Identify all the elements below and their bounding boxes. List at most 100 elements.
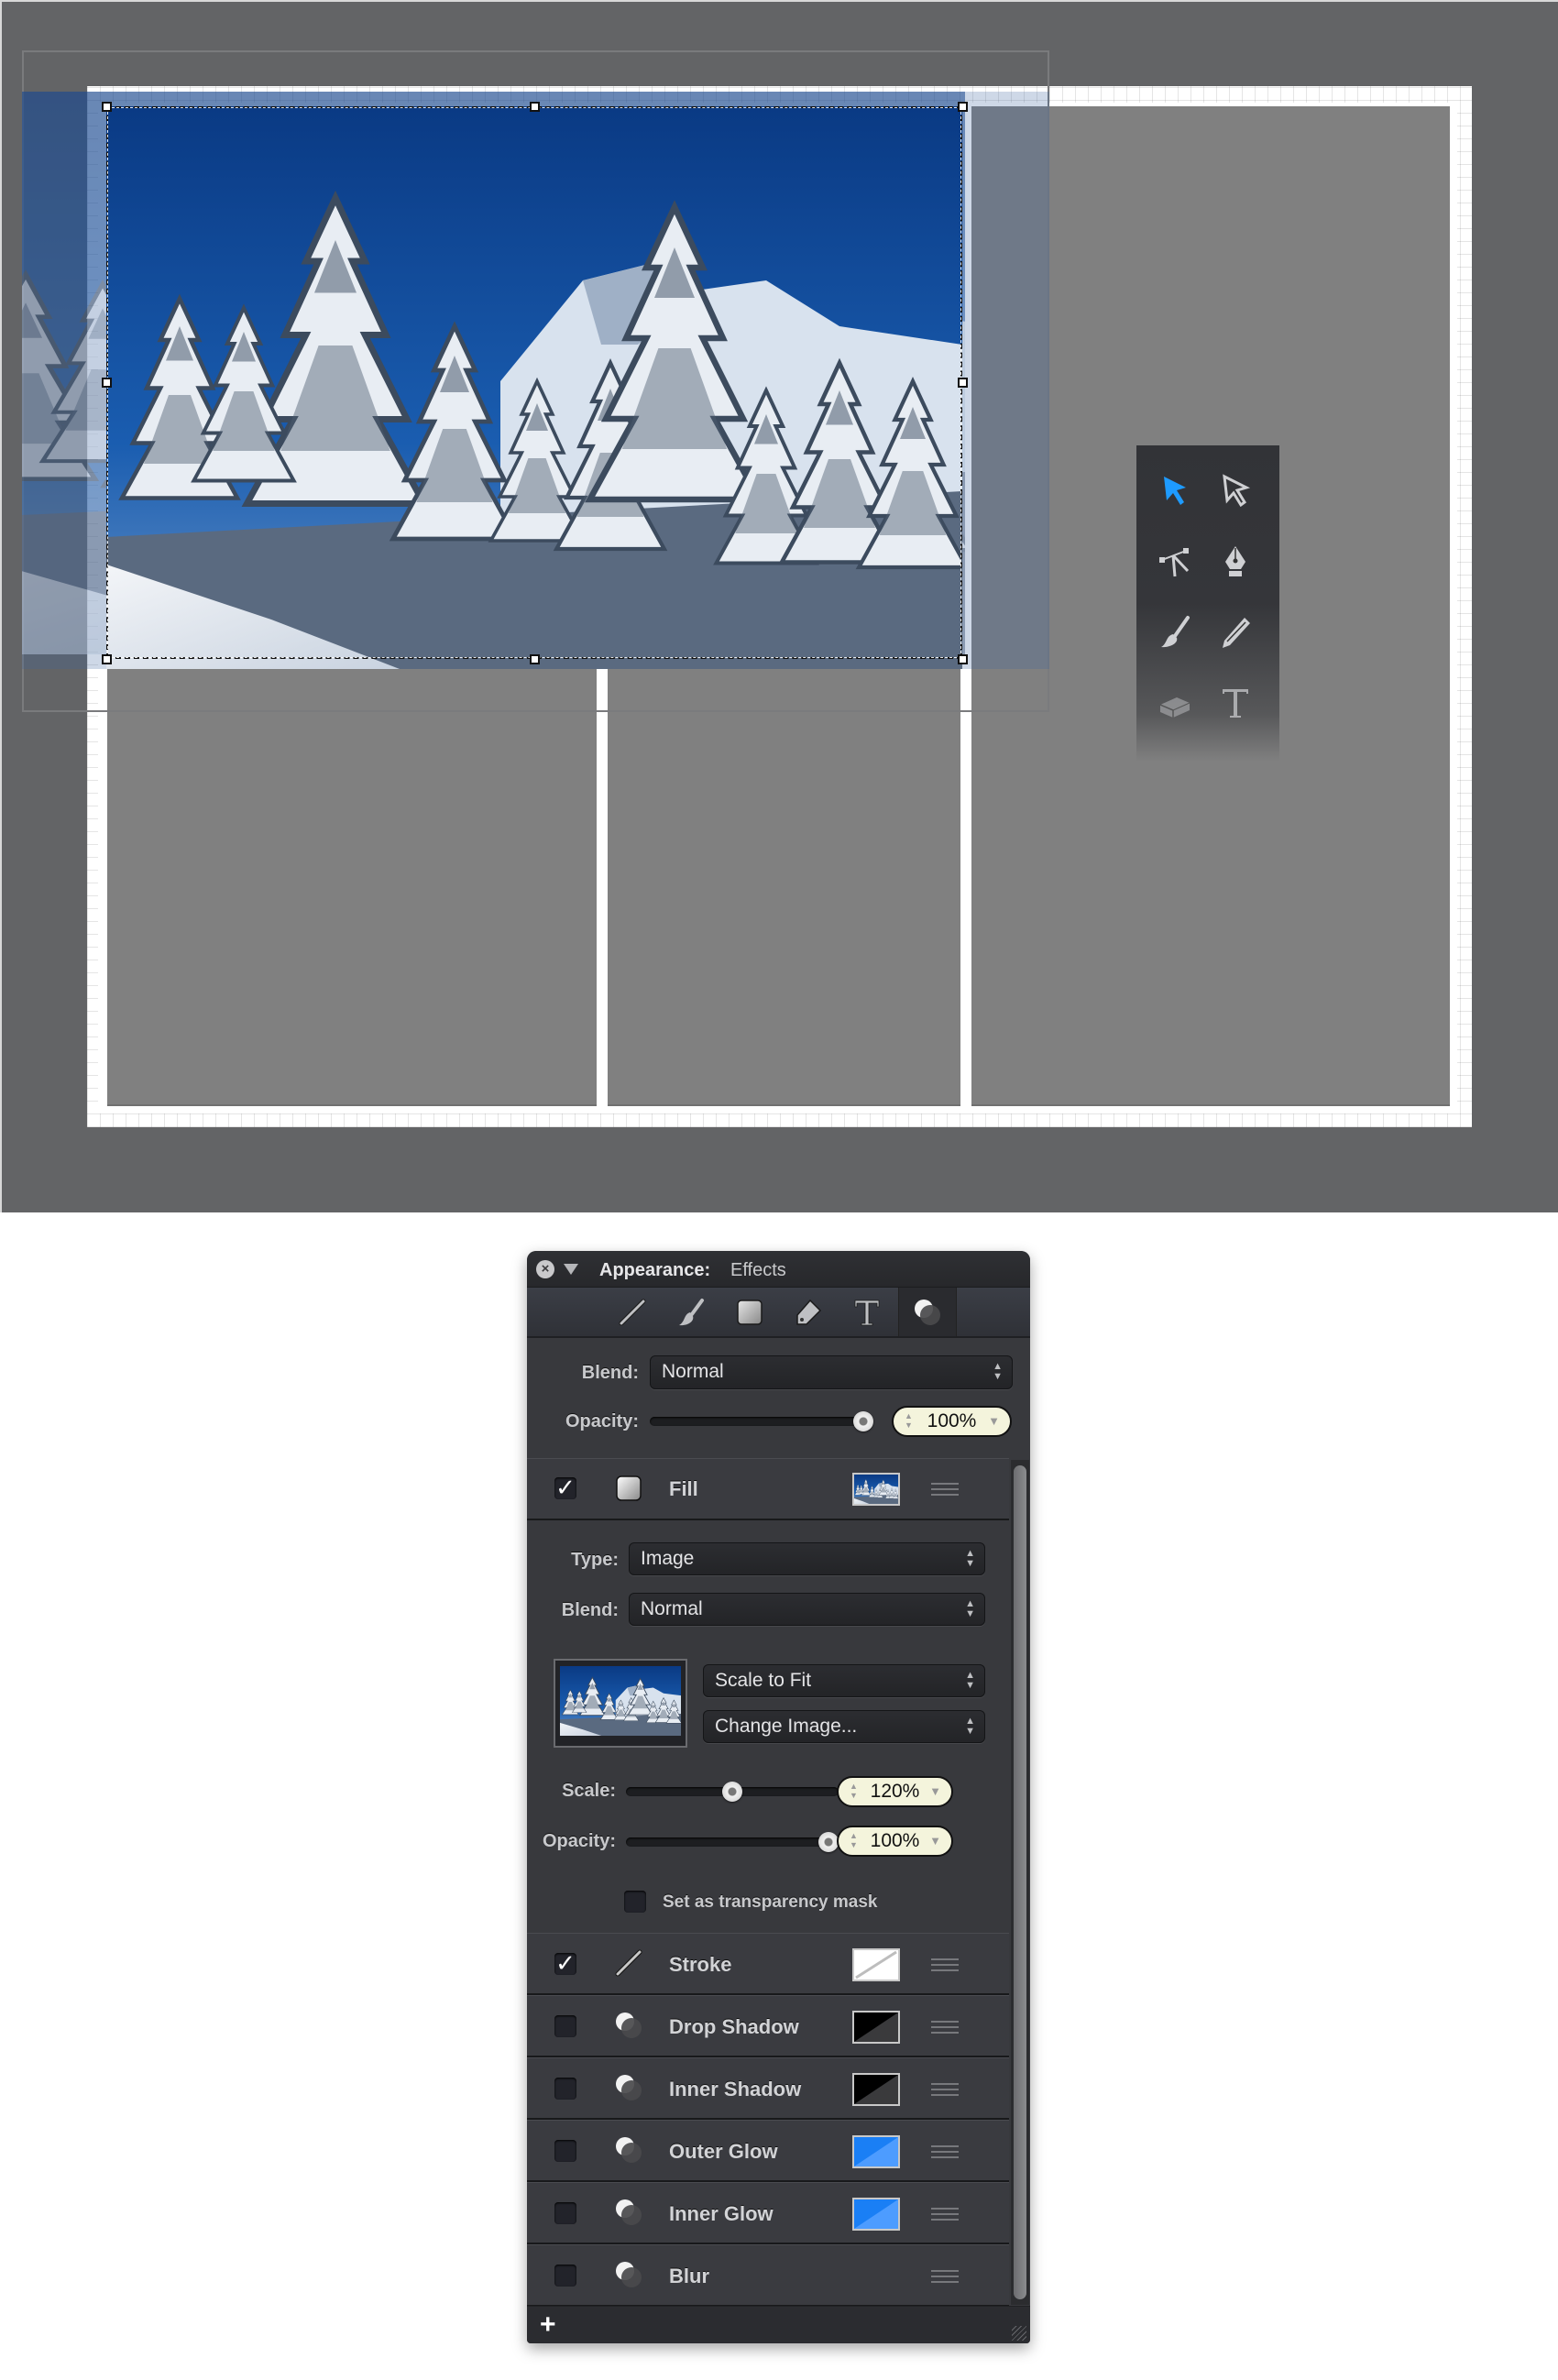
resize-handle-top[interactable] bbox=[530, 102, 540, 112]
effect-drag-handle-icon[interactable] bbox=[931, 2145, 959, 2158]
blend-mode-value: Normal bbox=[662, 1361, 724, 1382]
node-tool-icon bbox=[1159, 548, 1190, 577]
hollow-arrow-cursor-icon bbox=[1223, 474, 1251, 508]
effect-label: Inner Glow bbox=[669, 2202, 774, 2225]
effect-enabled-checkbox[interactable] bbox=[554, 2265, 576, 2287]
selection-tool[interactable] bbox=[1153, 469, 1197, 513]
updown-arrows-icon: ▲ ▼ bbox=[965, 1598, 975, 1619]
resize-handle-bottom-left[interactable] bbox=[102, 654, 112, 664]
fill-image-swatch[interactable] bbox=[852, 1473, 900, 1506]
effect-label: Outer Glow bbox=[669, 2140, 778, 2163]
text-tool[interactable] bbox=[1213, 681, 1257, 725]
vector-node-tool[interactable] bbox=[1153, 540, 1197, 584]
fill-opacity-slider[interactable] bbox=[626, 1837, 839, 1847]
effect-row-inner-shadow[interactable]: Inner Shadow bbox=[527, 2057, 1009, 2120]
direct-selection-tool[interactable] bbox=[1213, 469, 1257, 513]
stepper-icon[interactable]: ▲ ▼ bbox=[905, 1411, 913, 1430]
effect-drag-handle-icon[interactable] bbox=[931, 2083, 959, 2096]
resize-grip-icon[interactable] bbox=[1012, 2326, 1026, 2341]
effect-row-inner-glow[interactable]: Inner Glow bbox=[527, 2182, 1009, 2244]
effect-color-swatch[interactable] bbox=[852, 2135, 900, 2168]
transparency-mask-checkbox[interactable] bbox=[624, 1891, 646, 1913]
effect-label: Drop Shadow bbox=[669, 2015, 799, 2038]
tab-tag[interactable] bbox=[779, 1288, 838, 1336]
close-button[interactable]: × bbox=[536, 1260, 554, 1278]
effect-color-swatch[interactable] bbox=[852, 2198, 900, 2231]
panel-subtitle: Effects bbox=[730, 1260, 786, 1280]
selection-marquee[interactable] bbox=[106, 106, 962, 659]
effect-drag-handle-icon[interactable] bbox=[931, 2270, 959, 2283]
resize-handle-right[interactable] bbox=[958, 378, 968, 388]
fill-enabled-checkbox[interactable]: ✓ bbox=[554, 1475, 576, 1499]
scale-field[interactable]: ▲ ▼ 120% ▼ bbox=[837, 1776, 953, 1807]
effect-row-blur[interactable]: Blur bbox=[527, 2244, 1009, 2307]
dropdown-arrow-icon[interactable]: ▼ bbox=[929, 1827, 941, 1855]
effects-circles-icon bbox=[612, 2196, 645, 2233]
effect-color-swatch[interactable] bbox=[852, 2073, 900, 2106]
resize-handle-left[interactable] bbox=[102, 378, 112, 388]
brush-tool[interactable] bbox=[1153, 610, 1197, 654]
placeholder-cell-bottom-middle[interactable] bbox=[608, 669, 960, 1106]
add-effect-button[interactable]: + bbox=[540, 2310, 556, 2340]
updown-arrows-icon: ▲ ▼ bbox=[993, 1361, 1003, 1382]
image-scaling-select[interactable]: Scale to Fit ▲ ▼ bbox=[703, 1664, 985, 1697]
fill-square-icon bbox=[616, 1475, 642, 1501]
resize-handle-bottom[interactable] bbox=[530, 654, 540, 664]
change-image-select[interactable]: Change Image... ▲ ▼ bbox=[703, 1710, 985, 1743]
stepper-icon[interactable]: ▲ ▼ bbox=[850, 1831, 858, 1849]
collapse-triangle-icon[interactable] bbox=[564, 1264, 578, 1275]
fill-row[interactable]: ✓ Fill bbox=[527, 1458, 1009, 1520]
dropdown-arrow-icon[interactable]: ▼ bbox=[929, 1778, 941, 1805]
fill-opacity-field[interactable]: ▲ ▼ 100% ▼ bbox=[837, 1826, 953, 1857]
dropdown-arrow-icon[interactable]: ▼ bbox=[988, 1408, 1000, 1435]
fill-type-value: Image bbox=[641, 1548, 695, 1569]
opacity-label: Opacity: bbox=[565, 1411, 639, 1431]
effect-enabled-checkbox[interactable] bbox=[554, 2140, 576, 2162]
pencil-tool[interactable] bbox=[1213, 610, 1257, 654]
effect-row-outer-glow[interactable]: Outer Glow bbox=[527, 2120, 1009, 2182]
tab-fill[interactable] bbox=[720, 1288, 779, 1336]
effect-enabled-checkbox[interactable] bbox=[554, 2202, 576, 2224]
resize-handle-top-left[interactable] bbox=[102, 102, 112, 112]
scale-slider-knob[interactable] bbox=[722, 1782, 742, 1802]
effect-drag-handle-icon[interactable] bbox=[931, 2021, 959, 2034]
opacity-slider-knob[interactable] bbox=[853, 1411, 873, 1431]
placeholder-cell-bottom-left[interactable] bbox=[107, 669, 597, 1106]
fill-opacity-slider-knob[interactable] bbox=[818, 1832, 839, 1852]
scrollbar-thumb[interactable] bbox=[1014, 1465, 1026, 2299]
pen-nib-icon bbox=[1225, 546, 1245, 576]
effect-color-swatch[interactable] bbox=[852, 1948, 900, 1981]
effect-drag-handle-icon[interactable] bbox=[931, 2208, 959, 2221]
tab-text[interactable] bbox=[838, 1288, 896, 1336]
effect-enabled-checkbox[interactable]: ✓ bbox=[554, 1951, 576, 1975]
panel-scrollbar[interactable] bbox=[1011, 1460, 1029, 2305]
resize-handle-top-right[interactable] bbox=[958, 102, 968, 112]
eraser-tool[interactable] bbox=[1153, 681, 1197, 725]
effect-drag-handle-icon[interactable] bbox=[931, 1958, 959, 1971]
effect-row-drop-shadow[interactable]: Drop Shadow bbox=[527, 1995, 1009, 2057]
fill-image-preview[interactable] bbox=[554, 1659, 687, 1748]
tab-effects[interactable] bbox=[898, 1288, 957, 1336]
tab-brush[interactable] bbox=[662, 1288, 720, 1336]
resize-handle-bottom-right[interactable] bbox=[958, 654, 968, 664]
fill-opacity-value: 100% bbox=[870, 1830, 920, 1851]
snow-forest-thumbnail bbox=[560, 1666, 681, 1736]
stepper-icon[interactable]: ▲ ▼ bbox=[850, 1782, 858, 1800]
pen-tool[interactable] bbox=[1213, 540, 1257, 584]
fill-square-icon bbox=[737, 1299, 763, 1325]
panel-title-bar[interactable]: × Appearance: Effects bbox=[527, 1251, 1030, 1288]
effect-color-swatch[interactable] bbox=[852, 2011, 900, 2044]
effect-enabled-checkbox[interactable] bbox=[554, 2078, 576, 2100]
effect-row-stroke[interactable]: ✓ Stroke bbox=[527, 1933, 1009, 1995]
effect-label: Inner Shadow bbox=[669, 2078, 802, 2100]
pencil-icon bbox=[1223, 618, 1250, 648]
fill-drag-handle-icon[interactable] bbox=[931, 1483, 959, 1496]
effect-enabled-checkbox[interactable] bbox=[554, 2015, 576, 2037]
tab-stroke[interactable] bbox=[603, 1288, 662, 1336]
blend-mode-select[interactable]: Normal ▲ ▼ bbox=[650, 1355, 1013, 1389]
opacity-field[interactable]: ▲ ▼ 100% ▼ bbox=[892, 1406, 1012, 1437]
fill-blend-select[interactable]: Normal ▲ ▼ bbox=[629, 1593, 985, 1626]
brush-icon bbox=[679, 1298, 704, 1325]
fill-type-select[interactable]: Image ▲ ▼ bbox=[629, 1542, 985, 1575]
opacity-slider[interactable] bbox=[650, 1417, 873, 1426]
